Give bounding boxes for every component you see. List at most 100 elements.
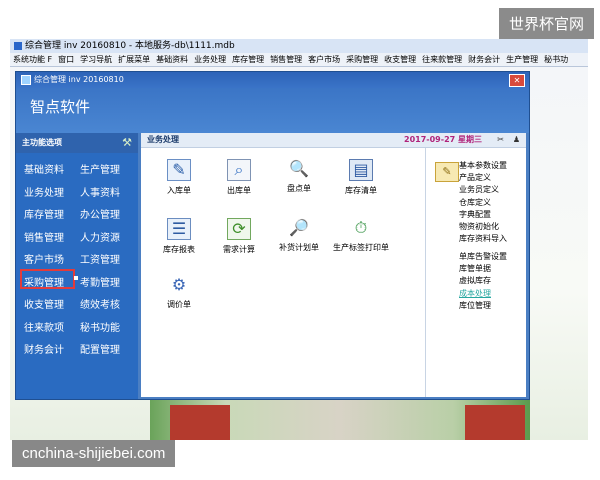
panel-header: 主功能选项 ⚒ — [16, 133, 138, 153]
menu-item-sales[interactable]: 销售管理 — [267, 53, 305, 66]
link-salesman-def[interactable]: 业务员定义 — [459, 184, 507, 196]
menu-item-stock[interactable]: 库存管理 — [229, 53, 267, 66]
content-header: 业务处理 2017-09-27 星期三 ✂ ♟ — [141, 133, 526, 148]
nav-item-performance[interactable]: 绩效考核 — [80, 297, 120, 320]
nav-column-1: 基础资料 业务处理 库存管理 销售管理 客户市场 采购管理 收支管理 往来款项 … — [24, 162, 64, 365]
menu-item-basic[interactable]: 基础资料 — [153, 53, 191, 66]
link-alert-settings[interactable]: 单库告警设置 — [459, 251, 507, 263]
inventory-count-button[interactable]: 🔍 盘点单 — [269, 159, 329, 194]
selection-marker — [74, 276, 78, 280]
label-print-button[interactable]: ⏱ 生产标签打印单 — [331, 218, 391, 253]
demand-calc-label: 需求计算 — [223, 245, 255, 254]
link-basic-params[interactable]: 基本参数设置 — [459, 160, 507, 172]
demand-calc-button[interactable]: ⟳ 需求计算 — [209, 218, 269, 255]
date-text: 2017-09-27 星期三 — [404, 135, 482, 144]
brand-title: 智点软件 — [16, 88, 529, 133]
stock-report-label: 库存报表 — [163, 245, 195, 254]
menu-item-system[interactable]: 系统功能 F — [10, 53, 55, 66]
panel-header-label: 主功能选项 — [22, 138, 62, 147]
stock-out-label: 出库单 — [227, 186, 251, 195]
menu-item-window[interactable]: 窗口 — [55, 53, 77, 66]
window-icon — [21, 74, 31, 85]
demand-calc-icon: ⟳ — [227, 218, 251, 240]
nav-item-basic[interactable]: 基础资料 — [24, 162, 64, 185]
link-cost-processing[interactable]: 成本处理 — [459, 288, 507, 300]
stock-in-button[interactable]: ✎ 入库单 — [149, 159, 209, 196]
link-virtual-stock[interactable]: 虚拟库存 — [459, 275, 507, 287]
management-links: 单库告警设置 库管单据 虚拟库存 成本处理 库位管理 — [459, 251, 507, 312]
menu-item-secretary[interactable]: 秘书功 — [541, 53, 571, 66]
background-decoration-right — [465, 405, 525, 440]
tools-icon[interactable]: ✂ — [497, 133, 504, 147]
nav-item-stock[interactable]: 库存管理 — [24, 207, 64, 230]
nav-item-accounts[interactable]: 往来款项 — [24, 320, 64, 343]
watermark-top: 世界杯官网 — [498, 8, 594, 39]
stock-list-label: 库存清单 — [345, 186, 377, 195]
nav-column-2: 生产管理 人事资料 办公管理 人力资源 工资管理 考勤管理 绩效考核 秘书功能 … — [80, 162, 120, 365]
link-stock-import[interactable]: 库存资料导入 — [459, 233, 507, 245]
nav-item-config[interactable]: 配置管理 — [80, 342, 120, 365]
main-window: 综合管理 inv 20160810 ✕ 智点软件 主功能选项 ⚒ 基础资料 业务… — [15, 71, 530, 400]
menu-item-production[interactable]: 生产管理 — [503, 53, 541, 66]
outer-window-title: 综合管理 inv 20160810 - 本地服务-db\1111.mdb — [10, 39, 588, 53]
selected-item-highlight — [20, 269, 75, 289]
replenish-plan-icon: 🔎 — [289, 218, 309, 237]
stock-out-button[interactable]: ⌕ 出库单 — [209, 159, 269, 196]
nav-item-hr[interactable]: 人力资源 — [80, 230, 120, 253]
stock-report-icon: ☰ — [167, 218, 191, 240]
replenish-plan-button[interactable]: 🔎 补货计划单 — [269, 218, 329, 253]
window-titlebar: 综合管理 inv 20160810 ✕ — [16, 72, 529, 88]
nav-item-business[interactable]: 业务处理 — [24, 185, 64, 208]
nav-item-attendance[interactable]: 考勤管理 — [80, 275, 120, 298]
price-adjust-icon: ⚙ — [171, 275, 187, 294]
main-function-panel: 主功能选项 ⚒ 基础资料 业务处理 库存管理 销售管理 客户市场 采购管理 收支… — [16, 133, 138, 399]
nav-item-salary[interactable]: 工资管理 — [80, 252, 120, 275]
nav-item-personnel[interactable]: 人事资料 — [80, 185, 120, 208]
link-stock-docs[interactable]: 库管单据 — [459, 263, 507, 275]
stock-report-button[interactable]: ☰ 库存报表 — [149, 218, 209, 255]
section-title: 业务处理 — [147, 135, 179, 144]
menu-item-learn[interactable]: 学习导航 — [77, 53, 115, 66]
link-material-init[interactable]: 物资初始化 — [459, 221, 507, 233]
watermark-bottom: cnchina-shijiebei.com — [12, 440, 176, 467]
price-adjust-label: 调价单 — [167, 300, 191, 309]
nav-item-office[interactable]: 办公管理 — [80, 207, 120, 230]
menu-item-extend[interactable]: 扩展菜单 — [115, 53, 153, 66]
nav-item-income[interactable]: 收支管理 — [24, 297, 64, 320]
link-dictionary[interactable]: 字典配置 — [459, 209, 507, 221]
user-icon[interactable]: ♟ — [513, 133, 520, 147]
label-print-label: 生产标签打印单 — [333, 243, 389, 252]
stock-list-button[interactable]: ▤ 库存清单 — [331, 159, 391, 196]
replenish-plan-label: 补货计划单 — [279, 243, 319, 252]
nav-item-secretary[interactable]: 秘书功能 — [80, 320, 120, 343]
business-content-panel: 业务处理 2017-09-27 星期三 ✂ ♟ ✎ 入库单 ⌕ 出库单 🔍 盘点… — [141, 133, 526, 397]
menu-item-purchase[interactable]: 采购管理 — [343, 53, 381, 66]
stock-out-icon: ⌕ — [227, 159, 251, 181]
outer-title-text: 综合管理 inv 20160810 - 本地服务-db\1111.mdb — [25, 41, 235, 51]
background-decoration-left — [170, 405, 230, 440]
window-title: 综合管理 inv 20160810 — [34, 75, 124, 84]
settings-book-icon: ✎ — [435, 162, 459, 182]
app-icon — [14, 41, 22, 50]
close-icon[interactable]: ✕ — [509, 74, 525, 87]
stock-list-icon: ▤ — [349, 159, 373, 181]
stock-in-label: 入库单 — [167, 186, 191, 195]
link-location-mgmt[interactable]: 库位管理 — [459, 300, 507, 312]
menu-item-accounts[interactable]: 往来款管理 — [419, 53, 465, 66]
nav-item-sales[interactable]: 销售管理 — [24, 230, 64, 253]
link-warehouse-def[interactable]: 仓库定义 — [459, 197, 507, 209]
menu-item-customer[interactable]: 客户市场 — [305, 53, 343, 66]
wrench-icon[interactable]: ⚒ — [122, 136, 132, 150]
content-divider — [425, 148, 426, 397]
menu-item-income[interactable]: 收支管理 — [381, 53, 419, 66]
menu-item-business[interactable]: 业务处理 — [191, 53, 229, 66]
nav-item-finance[interactable]: 财务会计 — [24, 342, 64, 365]
inventory-count-label: 盘点单 — [287, 184, 311, 193]
settings-links: 基本参数设置 产品定义 业务员定义 仓库定义 字典配置 物资初始化 库存资料导入 — [459, 160, 507, 245]
stock-in-icon: ✎ — [167, 159, 191, 181]
link-product-def[interactable]: 产品定义 — [459, 172, 507, 184]
nav-item-production[interactable]: 生产管理 — [80, 162, 120, 185]
menu-item-finance[interactable]: 财务会计 — [465, 53, 503, 66]
inventory-count-icon: 🔍 — [288, 159, 310, 179]
price-adjust-button[interactable]: ⚙ 调价单 — [149, 275, 209, 310]
